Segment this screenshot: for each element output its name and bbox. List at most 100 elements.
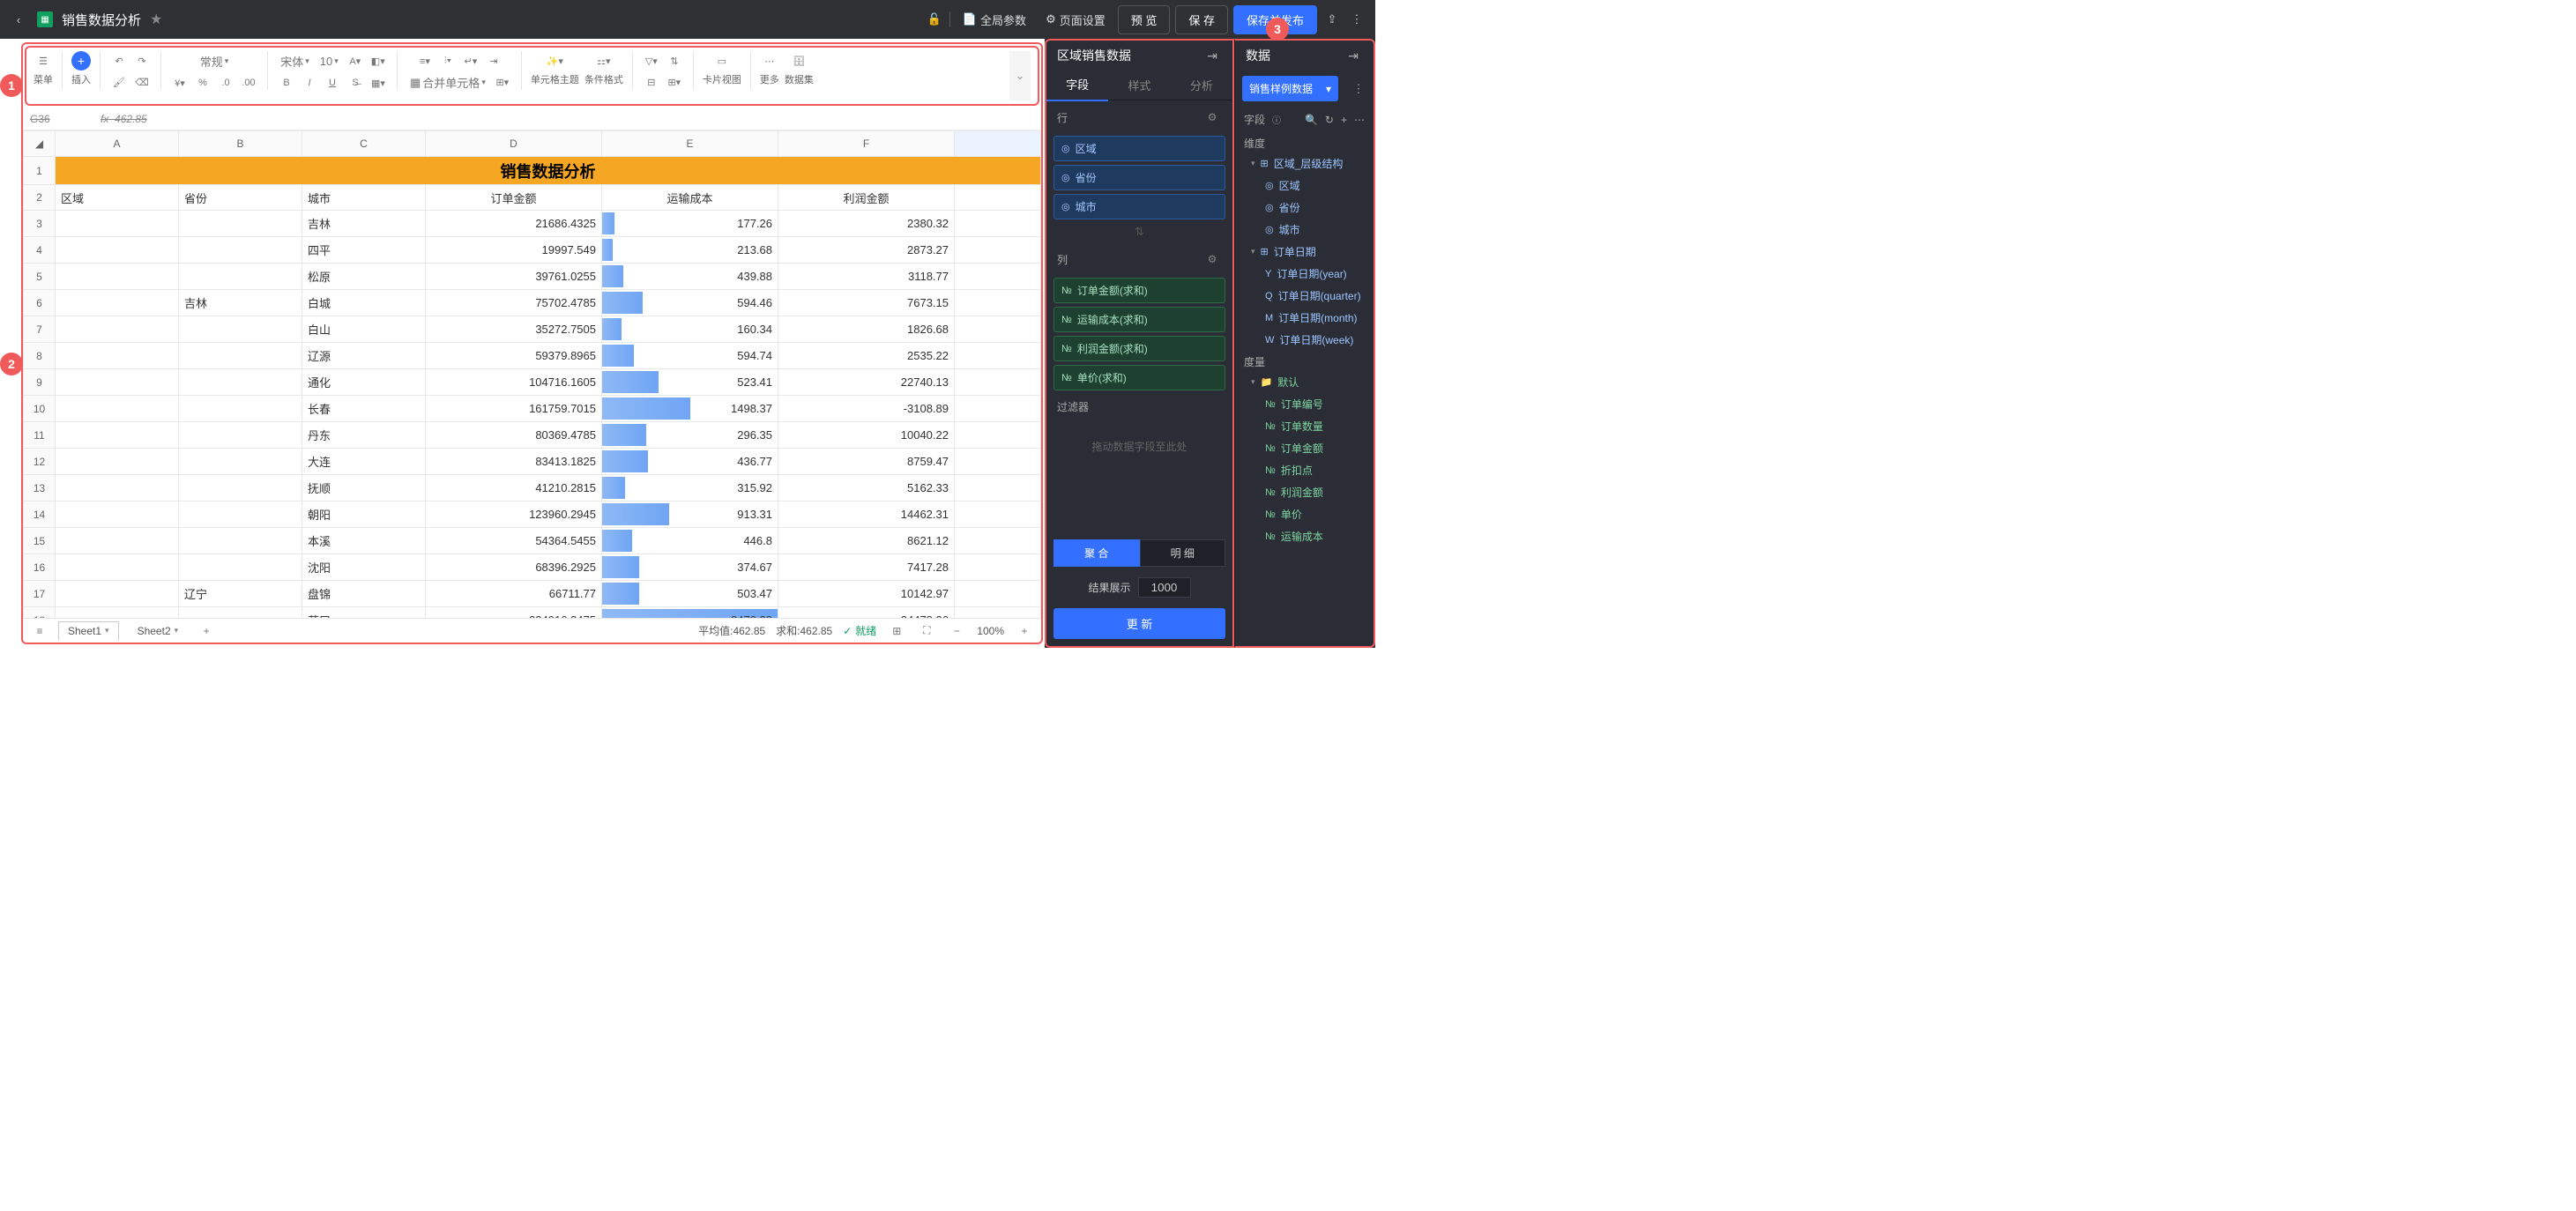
refresh-icon[interactable]: ↻ bbox=[1325, 114, 1334, 126]
row-field-pill[interactable]: ◎区域 bbox=[1053, 136, 1225, 161]
tab-fields[interactable]: 字段 bbox=[1046, 69, 1108, 101]
panel-collapse-icon[interactable]: ⇥ bbox=[1202, 46, 1222, 65]
more-icon[interactable]: ⋮ bbox=[1349, 79, 1368, 99]
table-row[interactable]: 3 吉林 21686.4325 177.26 2380.32 bbox=[24, 211, 1041, 237]
row-header[interactable]: 12 bbox=[24, 449, 56, 475]
table-row[interactable]: 11 丹东 80369.4785 296.35 10040.22 bbox=[24, 422, 1041, 449]
dataset-icon[interactable]: 🗄 bbox=[789, 51, 808, 71]
table-row[interactable]: 7 白山 35272.7505 160.34 1826.68 bbox=[24, 316, 1041, 343]
row-header[interactable]: 9 bbox=[24, 369, 56, 396]
row-height-icon[interactable]: ⊟ bbox=[642, 72, 661, 92]
tree-leaf[interactable]: №订单金额 bbox=[1235, 437, 1374, 459]
result-limit-input[interactable] bbox=[1138, 577, 1191, 598]
col-field-pill[interactable]: №运输成本(求和) bbox=[1053, 307, 1225, 332]
tree-leaf[interactable]: №订单数量 bbox=[1235, 415, 1374, 437]
table-row[interactable]: 6 吉林 白城 75702.4785 594.46 7673.15 bbox=[24, 290, 1041, 316]
gear-icon[interactable]: ⚙ bbox=[1202, 249, 1222, 269]
col-header[interactable]: D bbox=[426, 131, 602, 157]
cell-theme-group[interactable]: ✨▾ 单元格主题 bbox=[531, 51, 579, 86]
back-icon[interactable]: ‹ bbox=[9, 10, 28, 29]
fill-color-icon[interactable]: ◧▾ bbox=[369, 52, 388, 71]
table-row[interactable]: 15 本溪 54364.5455 446.8 8621.12 bbox=[24, 528, 1041, 554]
underline-icon[interactable]: U bbox=[323, 73, 342, 93]
theme-icon[interactable]: ✨▾ bbox=[545, 51, 564, 71]
tree-leaf[interactable]: Y订单日期(year) bbox=[1235, 263, 1374, 285]
table-row[interactable]: 12 大连 83413.1825 436.77 8759.47 bbox=[24, 449, 1041, 475]
halign-icon[interactable]: ≡▾ bbox=[415, 51, 435, 71]
aggregate-button[interactable]: 聚 合 bbox=[1053, 539, 1140, 567]
table-row[interactable]: 17 辽宁 盘锦 66711.77 503.47 10142.97 bbox=[24, 581, 1041, 607]
row-field-pill[interactable]: ◎城市 bbox=[1053, 194, 1225, 219]
insert-group[interactable]: + 插入 bbox=[71, 51, 91, 86]
table-row[interactable]: 16 沈阳 68396.2925 374.67 7417.28 bbox=[24, 554, 1041, 581]
tree-leaf[interactable]: ◎省份 bbox=[1235, 197, 1374, 219]
more-icon[interactable]: ⋯ bbox=[1354, 114, 1365, 126]
eraser-icon[interactable]: ⌫ bbox=[132, 72, 152, 92]
col-field-pill[interactable]: №订单金额(求和) bbox=[1053, 278, 1225, 303]
currency-icon[interactable]: ¥▾ bbox=[170, 73, 190, 93]
font-size-dropdown[interactable]: 10 ▾ bbox=[316, 53, 342, 70]
insert-plus-icon[interactable]: + bbox=[71, 51, 91, 71]
row-header[interactable]: 4 bbox=[24, 237, 56, 264]
row-header[interactable]: 5 bbox=[24, 264, 56, 290]
freeze-icon[interactable]: ⊞▾ bbox=[493, 73, 512, 93]
row-header[interactable]: 8 bbox=[24, 343, 56, 369]
table-row[interactable]: 9 通化 104716.1605 523.41 22740.13 bbox=[24, 369, 1041, 396]
grid-toggle-icon[interactable]: ⊞ bbox=[887, 621, 906, 641]
filter-drop-zone[interactable]: 拖动数据字段至此处 bbox=[1046, 421, 1232, 472]
tree-leaf[interactable]: №折扣点 bbox=[1235, 459, 1374, 481]
spreadsheet-grid[interactable]: ◢ A B C D E F 1销售数据分析 2 区域 省份 城市 订单金 bbox=[23, 130, 1041, 618]
row-header[interactable]: 15 bbox=[24, 528, 56, 554]
hamburger-icon[interactable]: ☰ bbox=[34, 51, 53, 71]
col-header[interactable] bbox=[955, 131, 1041, 157]
detail-button[interactable]: 明 细 bbox=[1140, 539, 1226, 567]
text-color-icon[interactable]: A▾ bbox=[346, 52, 365, 71]
more-icon[interactable]: ⋯ bbox=[760, 51, 779, 71]
undo-icon[interactable]: ↶ bbox=[109, 51, 129, 71]
row-header[interactable]: 6 bbox=[24, 290, 56, 316]
cell-reference[interactable]: G36 bbox=[30, 113, 83, 125]
tree-leaf[interactable]: №运输成本 bbox=[1235, 525, 1374, 547]
sheet-list-icon[interactable]: ≡ bbox=[30, 621, 49, 641]
col-header[interactable]: A bbox=[56, 131, 179, 157]
col-header[interactable]: B bbox=[179, 131, 302, 157]
row-header[interactable]: 2 bbox=[24, 185, 56, 211]
row-header[interactable]: 7 bbox=[24, 316, 56, 343]
global-params-link[interactable]: 📄 全局参数 bbox=[956, 8, 1033, 32]
table-row[interactable]: 10 长春 161759.7015 1498.37 -3108.89 bbox=[24, 396, 1041, 422]
menu-group[interactable]: ☰ 菜单 bbox=[34, 51, 53, 86]
tree-leaf[interactable]: M订单日期(month) bbox=[1235, 307, 1374, 329]
row-header[interactable]: 16 bbox=[24, 554, 56, 581]
wrap-icon[interactable]: ↵▾ bbox=[461, 51, 480, 71]
zoom-level[interactable]: 100% bbox=[977, 625, 1004, 637]
tree-leaf[interactable]: №单价 bbox=[1235, 503, 1374, 525]
bold-icon[interactable]: B bbox=[277, 73, 296, 93]
sort-icon[interactable]: ⇅ bbox=[665, 51, 684, 71]
tree-leaf[interactable]: W订单日期(week) bbox=[1235, 329, 1374, 351]
tree-leaf[interactable]: №订单编号 bbox=[1235, 393, 1374, 415]
table-row[interactable]: 8 辽源 59379.8965 594.74 2535.22 bbox=[24, 343, 1041, 369]
page-settings-link[interactable]: ⚙ 页面设置 bbox=[1039, 8, 1113, 32]
tab-style[interactable]: 样式 bbox=[1108, 70, 1170, 100]
col-header[interactable]: E bbox=[602, 131, 778, 157]
number-format-dropdown[interactable]: 常规 ▾ bbox=[197, 51, 233, 71]
col-header[interactable]: C bbox=[302, 131, 426, 157]
card-view-icon[interactable]: ▭ bbox=[712, 51, 732, 71]
fullscreen-icon[interactable]: ⛶ bbox=[917, 621, 936, 641]
row-header[interactable]: 10 bbox=[24, 396, 56, 422]
table-row[interactable]: 14 朝阳 123960.2945 913.31 14462.31 bbox=[24, 501, 1041, 528]
card-view-group[interactable]: ▭ 卡片视图 bbox=[703, 51, 741, 86]
more-group[interactable]: ⋯ 更多 bbox=[760, 51, 779, 86]
indent-icon[interactable]: ⇥ bbox=[484, 51, 503, 71]
panel-collapse-icon[interactable]: ⇥ bbox=[1344, 46, 1363, 65]
tree-leaf[interactable]: №利润金额 bbox=[1235, 481, 1374, 503]
valign-icon[interactable]: ⫶▾ bbox=[438, 51, 458, 71]
italic-icon[interactable]: I bbox=[300, 73, 319, 93]
row-header[interactable]: 18 bbox=[24, 607, 56, 619]
col-field-pill[interactable]: №单价(求和) bbox=[1053, 365, 1225, 390]
table-row[interactable]: 4 四平 19997.549 213.68 2873.27 bbox=[24, 237, 1041, 264]
row-header[interactable]: 1 bbox=[24, 157, 56, 185]
zoom-in-icon[interactable]: + bbox=[1015, 621, 1034, 641]
row-header[interactable]: 17 bbox=[24, 581, 56, 607]
cond-format-group[interactable]: ⚏▾ 条件格式 bbox=[584, 51, 623, 86]
